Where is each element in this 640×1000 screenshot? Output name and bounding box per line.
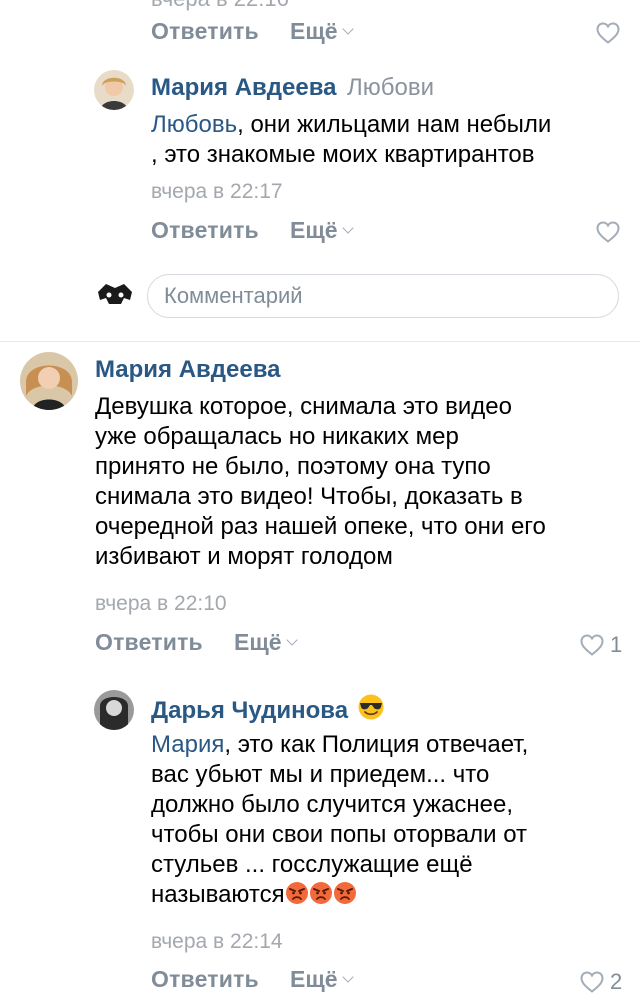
comment-time: вчера в 22:16 [151, 0, 289, 12]
more-button[interactable]: Ещё [290, 217, 354, 244]
comment-text: Девушка которое, снимала это видео уже о… [95, 392, 625, 572]
more-label: Ещё [290, 18, 338, 44]
like-button[interactable]: 2 [580, 969, 622, 995]
like-count: 2 [610, 969, 623, 994]
comment-line: снимала это видео! Чтобы, доказать в [95, 483, 523, 510]
more-button[interactable]: Ещё [290, 18, 354, 45]
comment-line: называются [151, 881, 285, 908]
heart-outline-icon [580, 971, 604, 993]
comment-line: вас убьют мы и приедем... что [151, 761, 490, 788]
current-user-avatar [94, 276, 136, 318]
comment-line: очередной раз нашей опеке, что они его [95, 513, 546, 540]
comment-line: Девушка которое, снимала это видео [95, 393, 512, 420]
reply-button[interactable]: Ответить [151, 217, 259, 244]
comment-line: уже обращалась но никаких мер [95, 423, 459, 450]
smiling-face-with-sunglasses-emoji [358, 694, 384, 720]
more-label: Ещё [234, 629, 282, 655]
avatar[interactable] [20, 352, 78, 410]
comment-author[interactable]: Мария Авдеева [151, 74, 337, 101]
chevron-down-icon [285, 634, 298, 646]
more-label: Ещё [290, 217, 338, 243]
comment-line: , это как Полиция отвечает, [224, 731, 529, 758]
reply-button[interactable]: Ответить [95, 629, 203, 656]
comment-line: избивают и морят голодом [95, 543, 393, 570]
angry-face-emoji [285, 882, 308, 904]
comment-line: , это знакомые моих квартирантов [151, 141, 535, 168]
comment-author[interactable]: Дарья Чудинова [151, 697, 348, 724]
comment-text: Любовь, они жильцами нам небыли , это зн… [151, 110, 621, 170]
avatar[interactable] [94, 690, 134, 730]
comment-time: вчера в 22:17 [151, 180, 283, 203]
comment-input[interactable]: Комментарий [147, 274, 619, 318]
like-button[interactable]: 1 [580, 632, 622, 658]
comment-author[interactable]: Мария Авдеева [95, 356, 281, 384]
comment-line: , они жильцами нам небыли [237, 111, 552, 138]
more-button[interactable]: Ещё [290, 966, 354, 993]
angry-face-emoji [309, 882, 332, 904]
more-button[interactable]: Ещё [234, 629, 298, 656]
reply-button[interactable]: Ответить [151, 966, 259, 993]
comment-line: чтобы они свои попы оторвали от [151, 821, 528, 848]
divider [0, 341, 640, 342]
reply-button[interactable]: Ответить [151, 18, 259, 45]
chevron-down-icon [341, 23, 354, 35]
heart-outline-icon [596, 22, 620, 44]
comment-input-placeholder: Комментарий [164, 283, 303, 308]
like-button[interactable] [596, 22, 620, 44]
comment-text: Мария, это как Полиция отвечает, вас убь… [151, 730, 621, 910]
comment-line: стульев ... госслужащие ещё [151, 851, 473, 878]
heart-outline-icon [596, 221, 620, 243]
like-count: 1 [610, 632, 623, 657]
mention-link[interactable]: Любовь [151, 111, 237, 138]
comment-line: должно было случится ужаснее, [151, 791, 514, 818]
more-label: Ещё [290, 966, 338, 992]
avatar[interactable] [94, 70, 134, 110]
angry-face-emoji [333, 882, 356, 904]
chevron-down-icon [341, 222, 354, 234]
heart-outline-icon [580, 634, 604, 656]
comment-time: вчера в 22:10 [95, 592, 227, 615]
chevron-down-icon [341, 971, 354, 983]
reply-to-name[interactable]: Любови [347, 74, 434, 101]
mention-link[interactable]: Мария [151, 731, 224, 758]
like-button[interactable] [596, 221, 620, 243]
comment-time: вчера в 22:14 [151, 930, 283, 953]
comment-line: принято не было, поэтому она тупо [95, 453, 491, 480]
